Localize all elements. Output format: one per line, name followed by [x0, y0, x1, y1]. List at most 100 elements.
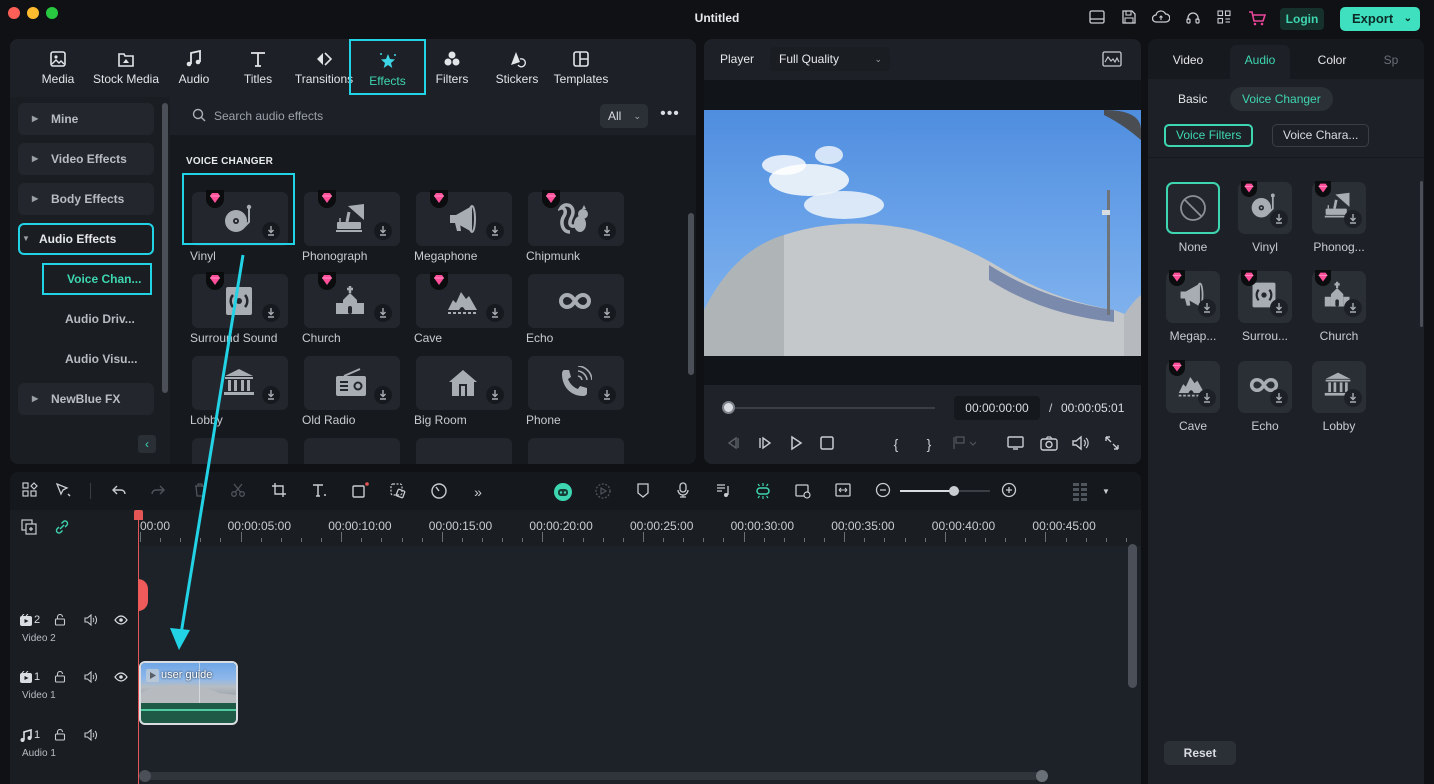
audio-beat-button[interactable] — [713, 482, 733, 502]
marker-button[interactable] — [633, 482, 653, 502]
shape-button[interactable] — [350, 482, 370, 502]
reset-button[interactable]: Reset — [1164, 741, 1236, 765]
voice-filter-card[interactable] — [1238, 361, 1292, 413]
insert-marker-button[interactable] — [952, 435, 977, 453]
download-icon[interactable] — [1270, 210, 1288, 228]
grid-icon[interactable] — [1215, 10, 1233, 28]
tab-media[interactable]: Media — [36, 39, 80, 95]
text-button[interactable] — [309, 482, 329, 502]
voice-filters-pill[interactable]: Voice Filters — [1164, 124, 1254, 147]
tab-effects[interactable]: Effects — [349, 39, 426, 95]
cart-icon[interactable] — [1248, 10, 1267, 28]
headset-icon[interactable] — [1184, 10, 1202, 28]
effect-card[interactable] — [192, 356, 288, 410]
mark-in-button[interactable]: { — [887, 435, 905, 453]
current-time[interactable]: 00:00:00:00 — [954, 396, 1040, 420]
voice-filter-card[interactable] — [1312, 181, 1366, 234]
record-voiceover-button[interactable] — [673, 482, 693, 502]
lock-icon[interactable] — [53, 613, 67, 628]
download-icon[interactable] — [374, 304, 392, 322]
effect-card[interactable] — [192, 438, 288, 464]
download-icon[interactable] — [1198, 389, 1216, 407]
sidebar-item-mine[interactable]: ▶ Mine — [18, 103, 154, 135]
eye-icon[interactable] — [114, 614, 128, 628]
playhead-marker[interactable] — [138, 579, 148, 611]
download-icon[interactable] — [1270, 299, 1288, 317]
cloud-upload-icon[interactable] — [1151, 10, 1171, 28]
crop-button[interactable] — [269, 482, 289, 502]
sidebar-subitem-audio-visualizer[interactable]: Audio Visu... — [42, 343, 152, 375]
timeline-horizontal-scrollbar[interactable] — [140, 772, 1042, 780]
effect-card[interactable] — [304, 438, 400, 464]
effects-scrollbar[interactable] — [688, 213, 694, 375]
preview-render-button[interactable] — [793, 482, 813, 502]
effect-card[interactable] — [416, 190, 512, 246]
effect-card[interactable] — [528, 356, 624, 410]
lock-icon[interactable] — [53, 728, 67, 743]
quality-dropdown[interactable]: Full Quality ⌄ — [770, 47, 890, 71]
tab-stock-media[interactable]: Stock Media — [92, 39, 160, 95]
mark-out-button[interactable]: } — [920, 435, 938, 453]
lock-icon[interactable] — [53, 670, 67, 685]
login-button[interactable]: Login — [1280, 8, 1324, 30]
tab-stickers[interactable]: Stickers — [492, 39, 542, 95]
snapshot-button[interactable] — [1040, 435, 1058, 453]
ai-cutout-button[interactable] — [388, 482, 408, 502]
download-icon[interactable] — [1344, 389, 1362, 407]
chevron-down-icon[interactable]: ⌄ — [1404, 7, 1412, 31]
search-input[interactable] — [214, 106, 554, 126]
more-options-button[interactable]: ••• — [658, 105, 682, 127]
subtab-voice-changer[interactable]: Voice Changer — [1230, 87, 1333, 111]
effect-card[interactable] — [304, 272, 400, 328]
download-icon[interactable] — [374, 222, 392, 240]
download-icon[interactable] — [598, 386, 616, 404]
tab-color[interactable]: Color — [1298, 45, 1366, 79]
voice-filter-card[interactable] — [1238, 181, 1292, 234]
speaker-icon[interactable] — [84, 613, 98, 628]
track-view-button[interactable] — [1070, 482, 1090, 502]
snap-button[interactable] — [753, 482, 773, 502]
download-icon[interactable] — [486, 222, 504, 240]
next-frame-button[interactable] — [756, 435, 774, 453]
undo-button[interactable] — [109, 482, 129, 502]
sidebar-scrollbar[interactable] — [162, 103, 168, 393]
download-icon[interactable] — [486, 386, 504, 404]
speaker-icon[interactable] — [84, 670, 98, 685]
redo-button[interactable] — [148, 482, 168, 502]
layout-switch-button[interactable] — [20, 482, 40, 502]
previous-frame-button[interactable] — [724, 435, 742, 453]
stop-button[interactable] — [818, 435, 836, 453]
effect-card[interactable] — [416, 272, 512, 328]
tab-titles[interactable]: Titles — [238, 39, 278, 95]
subtab-basic[interactable]: Basic — [1166, 87, 1219, 111]
zoom-out-button[interactable] — [873, 482, 893, 502]
more-tools-button[interactable]: » — [468, 482, 488, 502]
download-icon[interactable] — [598, 222, 616, 240]
effect-card[interactable] — [528, 190, 624, 246]
volume-button[interactable] — [1071, 435, 1089, 453]
tab-transitions[interactable]: Transitions — [294, 39, 354, 95]
effect-card[interactable] — [528, 438, 624, 464]
timeline-tracks-area[interactable] — [138, 546, 1141, 784]
voice-characters-pill[interactable]: Voice Chara... — [1272, 124, 1370, 147]
sidebar-item-body-effects[interactable]: ▶ Body Effects NEW — [18, 183, 154, 238]
voice-filter-card[interactable] — [1166, 360, 1220, 413]
fit-timeline-button[interactable] — [833, 482, 853, 502]
playback-progress-track[interactable] — [728, 407, 935, 409]
horizontal-scroll-end-handle[interactable] — [1036, 770, 1048, 782]
speed-button[interactable] — [429, 482, 449, 502]
video-preview[interactable] — [704, 80, 1141, 385]
effect-card[interactable] — [304, 190, 400, 246]
delete-button[interactable] — [190, 482, 210, 502]
download-icon[interactable] — [1344, 210, 1362, 228]
download-icon[interactable] — [486, 304, 504, 322]
filter-dropdown[interactable]: All ⌄ — [600, 104, 648, 128]
select-tool-button[interactable] — [53, 482, 73, 502]
voice-filter-card[interactable] — [1312, 270, 1366, 323]
fullscreen-button[interactable] — [1103, 435, 1121, 453]
display-settings-button[interactable] — [1007, 435, 1025, 453]
zoom-slider-handle[interactable] — [949, 486, 959, 496]
video-clip[interactable]: user guide — [139, 661, 238, 725]
timeline-vertical-scrollbar[interactable] — [1128, 544, 1137, 688]
speaker-icon[interactable] — [84, 728, 98, 743]
